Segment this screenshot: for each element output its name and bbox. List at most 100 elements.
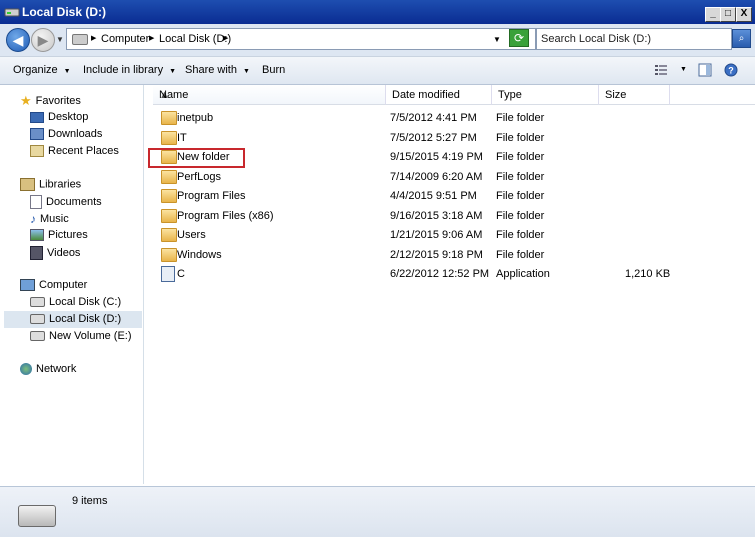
file-name: Program Files [177,190,246,202]
search-icon[interactable]: ⌕ [732,29,751,48]
minimize-button[interactable]: _ [705,7,721,22]
file-row[interactable]: Program Files (x86) 9/16/2015 3:18 AM File… [145,207,750,225]
nav-music[interactable]: ♪ Music [30,212,69,226]
search-placeholder: Search Local Disk (D:) [541,33,652,45]
file-name: Windows [177,249,222,261]
file-date-modified: 1/21/2015 9:06 AM [390,229,483,241]
file-date-modified: 9/15/2015 4:19 PM [390,151,483,163]
address-history-dropdown[interactable]: ▼ [493,35,501,44]
nav-videos[interactable]: Videos [30,246,80,260]
nav-libraries[interactable]: Libraries [20,178,81,191]
nav-new-volume-e-label: New Volume (E:) [49,330,132,342]
file-date-modified: 9/16/2015 3:18 AM [390,210,483,222]
file-row[interactable]: IT 7/5/2012 5:27 PM File folder [145,129,750,147]
forward-button[interactable]: ▶ [31,28,55,52]
highlight-box [148,148,245,168]
pictures-icon [30,229,44,242]
nav-recent-places[interactable]: Recent Places [30,145,119,158]
column-header-filler [670,85,755,105]
recent-places-icon [30,145,44,158]
recent-pages-dropdown[interactable]: ▼ [56,35,64,44]
refresh-button[interactable]: ⟳ [509,29,529,47]
column-header-name[interactable]: ▲ Name [153,85,386,105]
nav-pictures[interactable]: Pictures [30,229,88,242]
nav-documents[interactable]: Documents [30,195,102,209]
share-with-button[interactable]: Share with ▼ [185,64,250,76]
navigation-pane: ★ Favorites Desktop Downloads Recent Plac… [0,85,144,484]
column-header-type[interactable]: Type [492,85,599,105]
search-input[interactable]: Search Local Disk (D:) [536,28,732,50]
chevron-down-icon[interactable]: ▼ [680,66,687,73]
nav-downloads[interactable]: Downloads [30,128,102,141]
include-in-library-label: Include in library [83,64,164,76]
nav-favorites-label: Favorites [35,94,81,107]
nav-desktop[interactable]: Desktop [30,111,88,123]
application-icon [161,266,175,282]
chevron-down-icon: ▼ [242,68,250,75]
preview-pane-icon[interactable] [698,63,712,77]
nav-desktop-label: Desktop [48,111,89,123]
file-row[interactable]: PerfLogs 7/14/2009 6:20 AM File folder [145,168,750,186]
file-list: ▲ Name Date modified Type Size inetpub 7/… [145,85,755,484]
file-type: File folder [496,229,545,241]
drive-icon [18,505,56,527]
drive-icon [30,314,45,325]
maximize-button[interactable]: □ [720,7,736,22]
breadcrumb-computer[interactable]: Computer [101,33,149,45]
nav-network[interactable]: Network [20,363,77,376]
nav-network-label: Network [36,363,77,375]
drive-icon [30,331,45,342]
help-icon[interactable]: ? [724,63,738,77]
close-button[interactable]: X [736,7,752,22]
breadcrumb-local-disk-d[interactable]: Local Disk (D:) [159,33,231,45]
column-type-label: Type [498,89,522,101]
include-in-library-button[interactable]: Include in library ▼ [83,64,176,76]
nav-local-disk-c[interactable]: Local Disk (C:) [30,296,121,308]
nav-computer[interactable]: Computer [20,279,88,292]
drive-icon [72,34,88,45]
address-bar[interactable]: ▶ Computer ▶ Local Disk (D:) ▶ [66,28,536,50]
back-button[interactable]: ◀ [6,28,30,52]
view-options-icon[interactable] [654,63,668,77]
nav-recent-places-label: Recent Places [48,145,119,157]
network-icon [20,363,32,376]
column-header-size[interactable]: Size [599,85,670,105]
file-row[interactable]: Windows 2/12/2015 9:18 PM File folder [145,246,750,264]
chevron-down-icon: ▼ [169,68,177,75]
folder-icon [161,131,177,145]
file-type: Application [496,268,550,280]
folder-icon [161,189,177,203]
organize-button[interactable]: Organize ▼ [13,64,71,76]
nav-computer-label: Computer [39,279,88,291]
file-type: File folder [496,210,545,222]
column-header-date-modified[interactable]: Date modified [386,85,492,105]
column-date-label: Date modified [392,89,460,101]
drive-icon [30,297,45,308]
file-name: Users [177,229,206,241]
file-row[interactable]: C 6/22/2012 12:52 PM Application 1,210 KB [145,265,750,283]
chevron-right-icon[interactable]: ▶ [223,34,228,42]
file-type: File folder [496,171,545,183]
column-size-label: Size [605,89,627,101]
nav-music-label: Music [40,212,69,225]
nav-favorites[interactable]: ★ Favorites [20,93,81,109]
videos-icon [30,246,43,260]
nav-new-volume-e[interactable]: New Volume (E:) [30,330,132,342]
nav-local-disk-d-label: Local Disk (D:) [49,313,122,325]
command-bar: Organize ▼ Include in library ▼ Share with… [0,57,755,85]
chevron-right-icon[interactable]: ▶ [91,34,96,42]
libraries-icon [20,178,35,191]
downloads-icon [30,128,44,141]
file-name: Program Files (x86) [177,210,274,222]
nav-local-disk-d[interactable]: Local Disk (D:) [4,311,142,328]
file-name: C [177,268,185,280]
file-row[interactable]: Program Files 4/4/2015 9:51 PM File folder [145,187,750,205]
burn-button[interactable]: Burn [262,64,285,76]
nav-videos-label: Videos [47,246,81,259]
chevron-right-icon[interactable]: ▶ [149,34,154,42]
explorer-window: Local Disk (D:) _ □ X ◀ ▶ ▼ ▶ Computer ▶… [0,0,755,537]
drive-icon [4,8,20,17]
file-row[interactable]: inetpub 7/5/2012 4:41 PM File folder [145,109,750,127]
file-row[interactable]: Users 1/21/2015 9:06 AM File folder [145,226,750,244]
nav-libraries-label: Libraries [39,178,82,191]
